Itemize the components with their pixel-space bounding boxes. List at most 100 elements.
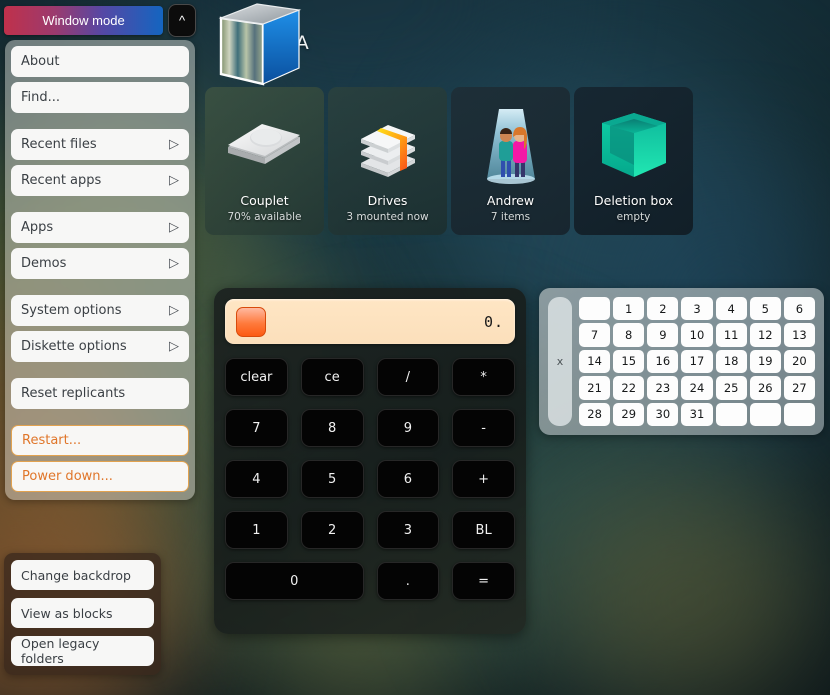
context-menu-item-view-as-blocks[interactable]: View as blocks — [11, 598, 154, 628]
calendar-day-26[interactable]: 26 — [749, 376, 781, 400]
calendar-day-2[interactable]: 2 — [647, 297, 679, 321]
collapse-caret-button[interactable]: ^ — [168, 3, 196, 37]
calc-key-minus[interactable]: - — [452, 409, 515, 447]
calc-key-decimal[interactable]: . — [376, 562, 440, 600]
menu-item-label: Demos — [21, 256, 67, 271]
calculator-widget[interactable]: 0. clear ce / * 7 8 9- 4 5 6 +1 2 3 BL 0. = — [214, 288, 526, 634]
calendar-grid: 1 2 3 4 5 6 7 8 9 10 11 12 13 14 15 16 17 18 19 20 21 22 23 24 2… — [579, 297, 815, 426]
menu-item-recent-apps[interactable]: Recent apps ▷ — [11, 165, 189, 196]
desktop-icon-andrew[interactable]: Andrew 7 items — [451, 87, 570, 235]
menu-item-reset-replicants[interactable]: Reset replicants — [11, 378, 189, 409]
submenu-arrow-icon: ▷ — [169, 137, 179, 152]
calendar-day-9[interactable]: 9 — [647, 323, 679, 347]
calendar-cell-empty — [715, 402, 747, 426]
calc-key-9[interactable]: 9 — [376, 409, 440, 447]
calendar-day-10[interactable]: 10 — [681, 323, 713, 347]
menu-item-power-down[interactable]: Power down... — [11, 461, 189, 492]
calendar-day-17[interactable]: 17 — [681, 349, 713, 374]
calc-key-2[interactable]: 2 — [300, 511, 364, 549]
calc-key-BL[interactable]: BL — [452, 511, 515, 549]
calc-key-clear[interactable]: clear — [225, 358, 288, 396]
teal-open-box-icon — [574, 101, 693, 193]
people-beam-icon — [451, 101, 570, 193]
calc-key-8[interactable]: 8 — [300, 409, 364, 447]
calendar-day-23[interactable]: 23 — [647, 376, 679, 400]
calc-key-ce[interactable]: ce — [300, 358, 364, 396]
calendar-day-8[interactable]: 8 — [613, 323, 645, 347]
calculator-indicator-button[interactable] — [236, 306, 266, 337]
calendar-day-31[interactable]: 31 — [681, 402, 713, 426]
calendar-day-3[interactable]: 3 — [681, 297, 713, 321]
calendar-cell-empty — [749, 402, 781, 426]
menu-item-about[interactable]: About — [11, 46, 189, 77]
icon-label: Andrew — [486, 193, 535, 208]
calendar-day-1[interactable]: 1 — [613, 297, 645, 321]
calc-key-3[interactable]: 3 — [376, 511, 440, 549]
calendar-day-16[interactable]: 16 — [647, 349, 679, 374]
calendar-day-12[interactable]: 12 — [749, 323, 781, 347]
menu-item-restart[interactable]: Restart... — [11, 425, 189, 456]
calendar-day-28[interactable]: 28 — [579, 402, 611, 426]
calc-key-7[interactable]: 7 — [225, 409, 288, 447]
calendar-day-22[interactable]: 22 — [613, 376, 645, 400]
calc-key-plus[interactable]: + — [452, 460, 515, 498]
icon-label: Deletion box — [594, 193, 673, 208]
open-box-icon[interactable] — [213, 2, 309, 90]
menu-item-recent-files[interactable]: Recent files ▷ — [11, 129, 189, 160]
calc-key-0[interactable]: 0 — [225, 562, 364, 600]
menu-item-label: Recent apps — [21, 173, 102, 188]
calculator-display: 0. — [225, 299, 515, 344]
menu-item-label: Power down... — [22, 469, 113, 484]
calendar-day-6[interactable]: 6 — [783, 297, 815, 321]
calc-key-equals[interactable]: = — [452, 562, 515, 600]
window-mode-button[interactable]: Window mode — [4, 5, 163, 35]
icon-sublabel: 70% available — [227, 210, 302, 223]
calc-key-multiply[interactable]: * — [452, 358, 515, 396]
menu-item-label: Restart... — [22, 433, 82, 448]
menu-item-find[interactable]: Find... — [11, 82, 189, 113]
calendar-day-11[interactable]: 11 — [715, 323, 747, 347]
menu-item-label: Recent files — [21, 137, 97, 152]
calendar-day-27[interactable]: 27 — [783, 376, 815, 400]
calendar-day-18[interactable]: 18 — [715, 349, 747, 374]
context-menu-item-open-legacy-folders[interactable]: Open legacy folders — [11, 636, 154, 666]
backdrop-context-menu: Change backdrop View as blocks Open legacy… — [4, 553, 161, 675]
calendar-widget[interactable]: x 1 2 3 4 5 6 7 8 9 10 11 12 13 14 15 16 17 18 19 20 21 22 23 2… — [539, 288, 824, 435]
calendar-day-19[interactable]: 19 — [749, 349, 781, 374]
submenu-arrow-icon: ▷ — [169, 220, 179, 235]
calc-key-5[interactable]: 5 — [300, 460, 364, 498]
icon-strip: Couplet 70% available Drives 3 mounted n… — [205, 87, 693, 235]
disk-slab-icon — [205, 101, 324, 193]
submenu-arrow-icon: ▷ — [169, 173, 179, 188]
desktop-icon-deletion-box[interactable]: Deletion box empty — [574, 87, 693, 235]
calendar-day-13[interactable]: 13 — [783, 323, 815, 347]
menu-item-demos[interactable]: Demos ▷ — [11, 248, 189, 279]
calendar-day-29[interactable]: 29 — [613, 402, 645, 426]
wall-header: Wall A — [205, 0, 565, 86]
calendar-day-24[interactable]: 24 — [681, 376, 713, 400]
icon-sublabel: 7 items — [490, 210, 531, 223]
calendar-day-14[interactable]: 14 — [579, 349, 611, 374]
menu-group-separator — [11, 367, 189, 378]
desktop-icon-couplet[interactable]: Couplet 70% available — [205, 87, 324, 235]
menu-item-diskette-options[interactable]: Diskette options ▷ — [11, 331, 189, 362]
calendar-day-21[interactable]: 21 — [579, 376, 611, 400]
calendar-day-15[interactable]: 15 — [613, 349, 645, 374]
calendar-day-7[interactable]: 7 — [579, 323, 611, 347]
calendar-day-25[interactable]: 25 — [715, 376, 747, 400]
submenu-arrow-icon: ▷ — [169, 339, 179, 354]
menu-item-label: About — [21, 54, 60, 69]
calc-key-divide[interactable]: / — [376, 358, 440, 396]
desktop-icon-drives[interactable]: Drives 3 mounted now — [328, 87, 447, 235]
calendar-day-20[interactable]: 20 — [783, 349, 815, 374]
calendar-day-5[interactable]: 5 — [749, 297, 781, 321]
calc-key-6[interactable]: 6 — [376, 460, 440, 498]
calendar-day-4[interactable]: 4 — [715, 297, 747, 321]
calendar-close-tab[interactable]: x — [548, 297, 572, 426]
calc-key-1[interactable]: 1 — [225, 511, 288, 549]
calc-key-4[interactable]: 4 — [225, 460, 288, 498]
context-menu-item-change-backdrop[interactable]: Change backdrop — [11, 560, 154, 590]
menu-item-apps[interactable]: Apps ▷ — [11, 212, 189, 243]
calendar-day-30[interactable]: 30 — [647, 402, 679, 426]
menu-item-system-options[interactable]: System options ▷ — [11, 295, 189, 326]
